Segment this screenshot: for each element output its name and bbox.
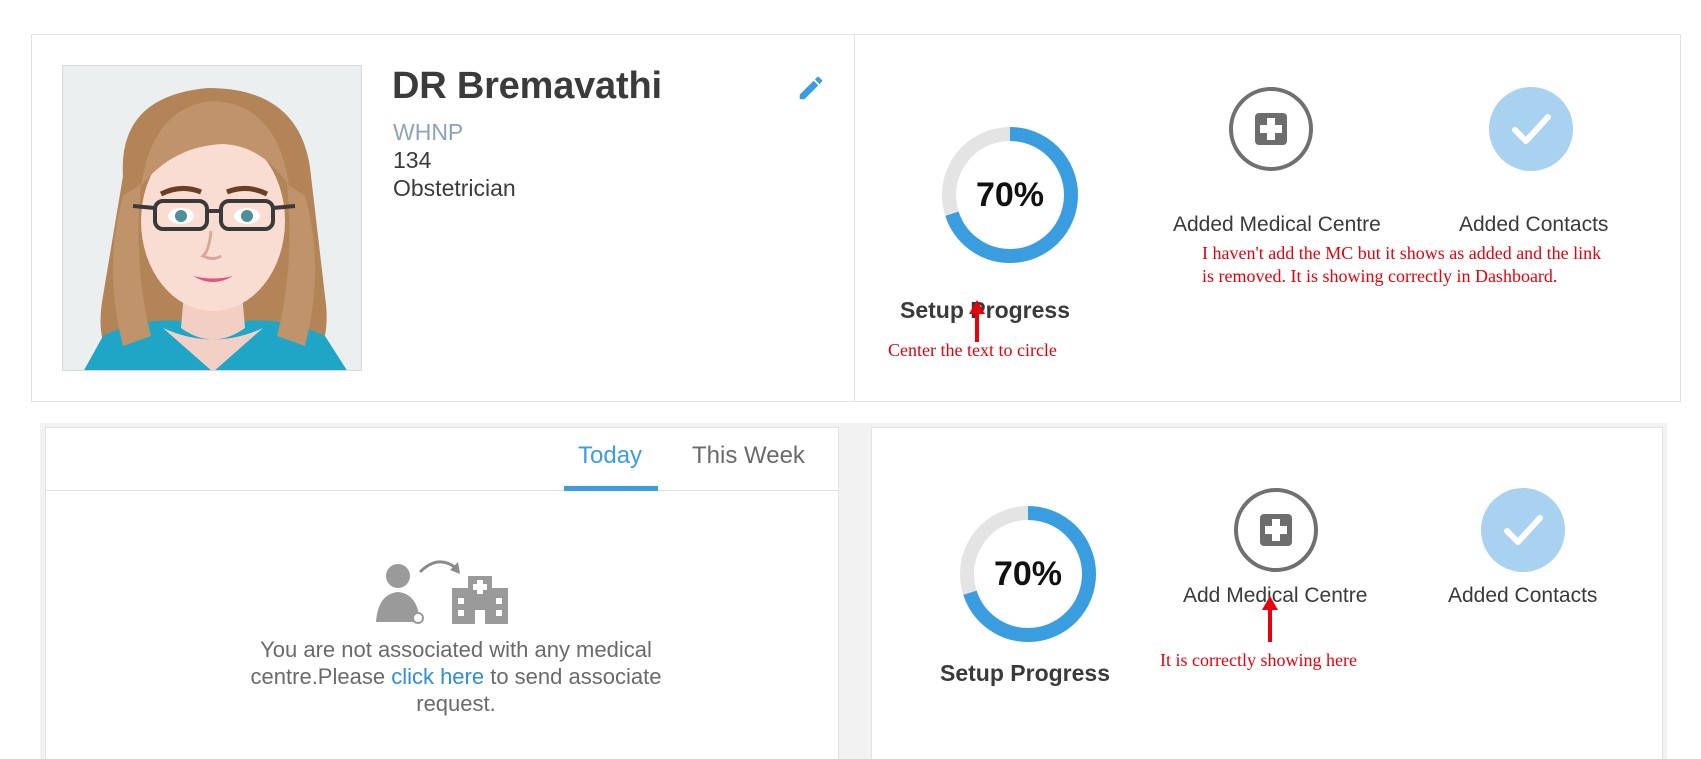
association-card: Today This Week You are not associated w… [45,427,839,759]
annotation-correct-here: It is correctly showing here [1160,650,1357,670]
tab-today[interactable]: Today [578,442,642,470]
tab-this-week[interactable]: This Week [692,442,805,470]
contacts-step-label: Added Contacts [1459,213,1609,236]
check-icon [1504,515,1543,545]
doctor-avatar [62,65,362,371]
doctor-title: WHNP [393,119,464,145]
setup-progress-ring: 70% [940,125,1080,265]
plus-icon [1260,514,1292,546]
medical-centre-step-label: Added Medical Centre [1173,213,1381,236]
click-here-link[interactable]: click here [391,664,484,689]
add-medical-centre-icon[interactable] [1234,488,1318,572]
doctor-number: 134 [393,147,432,173]
doctor-name: DR Bremavathi [392,65,662,107]
setup-progress-label-bottom: Setup Progress [940,660,1110,686]
annotation-center-text: Center the text to circle [888,340,1057,360]
doctor-specialty: Obstetrician [393,175,516,201]
contacts-status-icon [1489,87,1573,171]
associate-illustration [372,554,512,626]
setup-progress-percent: 70% [975,175,1045,214]
setup-progress-ring-bottom: 70% [958,504,1098,644]
association-message: You are not associated with any medical … [226,636,686,717]
setup-progress-percent-bottom: 70% [993,554,1063,593]
plus-icon [1255,113,1287,145]
doctor-to-hospital-icon [376,560,508,624]
annotation-arrow-up-icon [969,300,985,342]
check-icon [1512,114,1551,144]
annotation-mc-issue-line2: is removed. It is showing correctly in D… [1202,266,1558,286]
pencil-icon [799,76,823,100]
edit-profile-button[interactable] [796,73,826,103]
setup-progress-card-bottom: 70% Setup Progress Add Medical Centre Ad… [871,427,1663,759]
contacts-status-icon-bottom [1481,488,1565,572]
annotation-mc-issue-line1: I haven't add the MC but it shows as add… [1202,243,1602,263]
tab-bar: Today This Week [46,428,838,491]
medical-centre-status-icon [1229,87,1313,171]
contacts-step-label-bottom: Added Contacts [1448,584,1598,607]
annotation-arrow-up-icon [1262,596,1278,642]
active-tab-indicator [564,486,658,491]
doctor-profile-card: DR Bremavathi WHNP 134 Obstetrician [31,34,855,402]
